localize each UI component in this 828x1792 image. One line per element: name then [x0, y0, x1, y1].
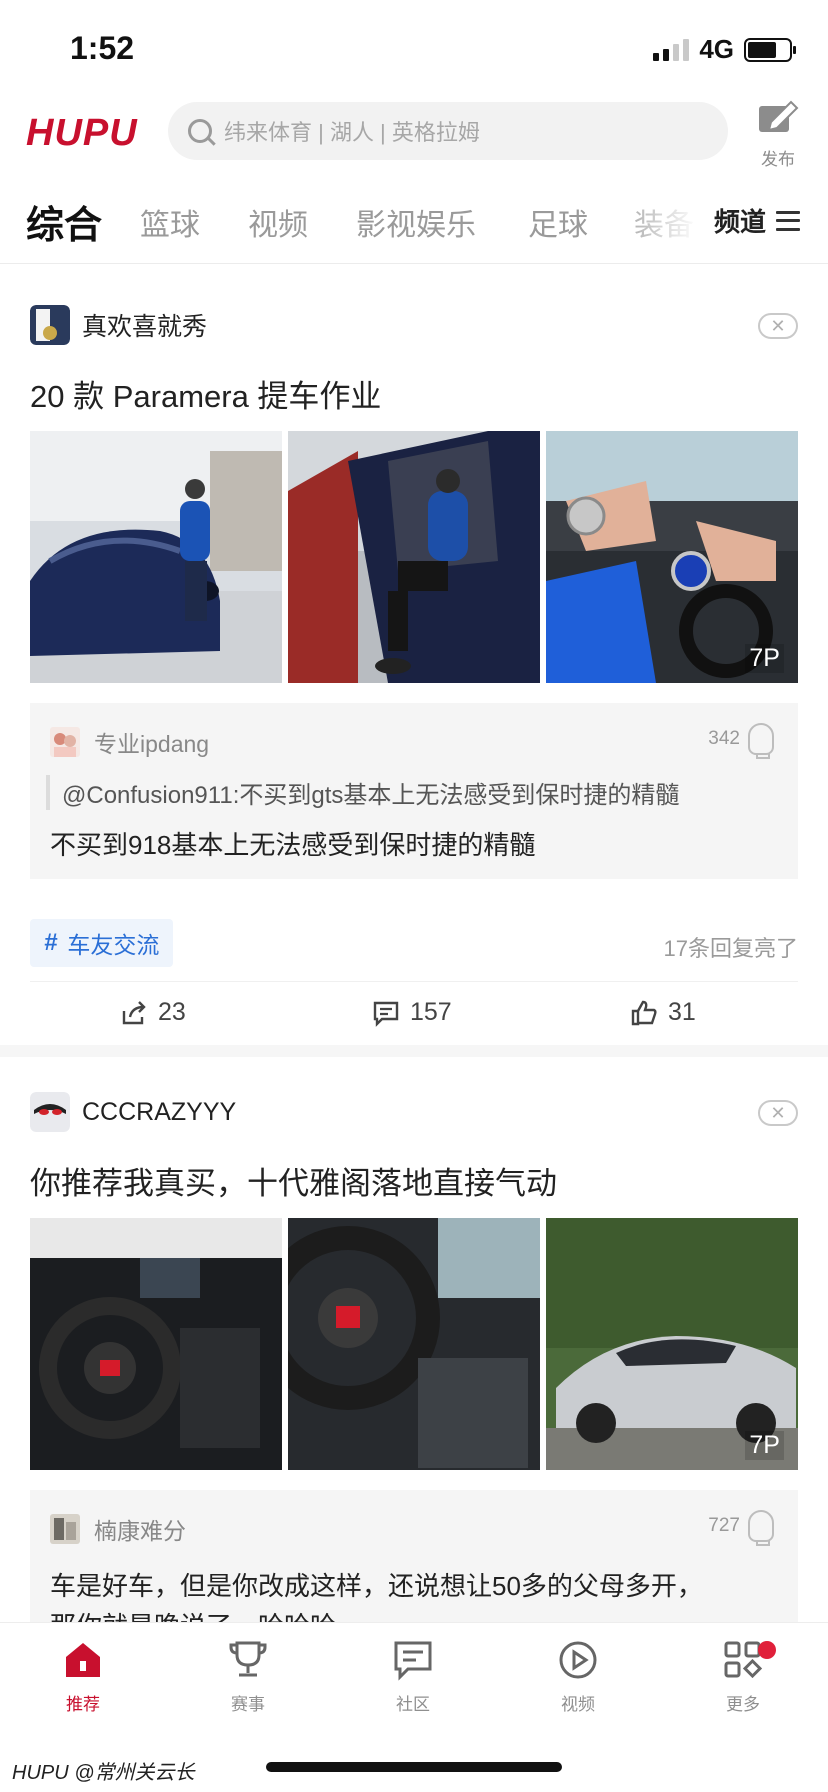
- card-header: 真欢喜就秀: [30, 305, 207, 345]
- home-indicator[interactable]: [266, 1762, 562, 1772]
- comment-likes[interactable]: 342: [708, 723, 774, 759]
- nav-events[interactable]: 赛事: [203, 1639, 293, 1715]
- nav-label: 社区: [396, 1695, 430, 1714]
- reply-count[interactable]: 17条回复亮了: [664, 931, 798, 963]
- home-icon: [66, 1643, 100, 1677]
- comment-username[interactable]: 楠康难分: [94, 1512, 186, 1546]
- dismiss-button[interactable]: ✕: [758, 313, 798, 339]
- avatar[interactable]: [30, 1092, 70, 1132]
- feed-card[interactable]: 真欢喜就秀 ✕ 20 款 Paramera 提车作业 7P 专业ipdang 3…: [0, 305, 828, 1045]
- post-title[interactable]: 你推荐我真买，十代雅阁落地直接气动: [30, 1158, 557, 1203]
- notification-dot: [758, 1641, 776, 1659]
- comment-text-line2: 那你就是晚说了，哈哈哈: [50, 1606, 336, 1622]
- nav-label: 更多: [726, 1695, 760, 1714]
- status-indicators: 4G: [653, 34, 796, 65]
- tab-fade: [610, 188, 720, 258]
- apps-icon: [724, 1641, 763, 1679]
- comment-user: 楠康难分: [50, 1512, 186, 1546]
- nav-label: 推荐: [66, 1695, 100, 1714]
- top-comment[interactable]: 楠康难分 727 车是好车，但是你改成这样，还说想让50多的父母多开， 那你就是…: [30, 1490, 798, 1622]
- card-header: CCCRAZYYY: [30, 1092, 236, 1132]
- comment-likes[interactable]: 727: [708, 1510, 774, 1546]
- publish-button[interactable]: 发布: [750, 100, 806, 170]
- status-time: 1:52: [70, 30, 135, 66]
- author-name[interactable]: 真欢喜就秀: [82, 307, 207, 343]
- post-image[interactable]: 7P: [546, 1218, 798, 1470]
- avatar[interactable]: [50, 1514, 80, 1544]
- share-count: 23: [158, 998, 186, 1026]
- comment-like-count: 342: [708, 728, 740, 749]
- action-bar: 23 157 31: [30, 981, 798, 1047]
- tab-football[interactable]: 足球: [528, 200, 588, 244]
- top-comment[interactable]: 专业ipdang 342 @Confusion911:不买到gts基本上无法感受…: [30, 703, 798, 879]
- publish-label: 发布: [761, 150, 795, 169]
- play-icon: [559, 1641, 597, 1679]
- image-count: 7P: [745, 1431, 784, 1460]
- card-divider: [0, 1045, 828, 1057]
- thumbs-up-icon: [631, 1000, 657, 1025]
- lightbulb-icon: [748, 723, 774, 759]
- post-image[interactable]: [30, 431, 282, 683]
- avatar[interactable]: [30, 305, 70, 345]
- tab-video[interactable]: 视频: [248, 200, 308, 244]
- channel-label: 频道: [713, 207, 766, 237]
- lightbulb-icon: [748, 1510, 774, 1546]
- post-image[interactable]: [288, 1218, 540, 1470]
- feed-card[interactable]: CCCRAZYYY ✕ 你推荐我真买，十代雅阁落地直接气动 7P 楠康难分 72…: [0, 1092, 828, 1622]
- tab-comprehensive[interactable]: 综合: [26, 194, 102, 249]
- avatar[interactable]: [50, 727, 80, 757]
- bottom-nav: 推荐 赛事 社区 视频 更多: [0, 1622, 828, 1722]
- category-tabs: 综合 篮球 视频 影视娱乐 足球 装备 频道: [0, 188, 828, 264]
- post-title[interactable]: 20 款 Paramera 提车作业: [30, 371, 381, 416]
- share-button[interactable]: 23: [120, 998, 186, 1027]
- status-bar: 1:52 4G: [0, 0, 828, 100]
- tab-basketball[interactable]: 篮球: [140, 200, 200, 244]
- post-image[interactable]: 7P: [546, 431, 798, 683]
- tab-entertainment[interactable]: 影视娱乐: [356, 200, 476, 244]
- nav-label: 视频: [561, 1695, 595, 1714]
- comment-icon: [373, 1001, 399, 1027]
- nav-label: 赛事: [231, 1695, 265, 1714]
- comment-user: 专业ipdang: [50, 725, 209, 759]
- nav-video[interactable]: 视频: [533, 1639, 623, 1715]
- comment-text: 车是好车，但是你改成这样，还说想让50多的父母多开，: [50, 1571, 703, 1601]
- dismiss-button[interactable]: ✕: [758, 1100, 798, 1126]
- image-grid: 7P: [30, 431, 798, 683]
- topic-icon: #: [44, 929, 58, 956]
- search-bar[interactable]: 纬来体育 | 湖人 | 英格拉姆: [168, 102, 728, 160]
- nav-community[interactable]: 社区: [368, 1639, 458, 1715]
- hupu-logo[interactable]: HUPU: [26, 112, 138, 155]
- comment-username[interactable]: 专业ipdang: [94, 725, 209, 759]
- watermark: HUPU @常州关云长: [12, 1762, 195, 1784]
- battery-icon: [744, 37, 796, 62]
- search-placeholder: 纬来体育 | 湖人 | 英格拉姆: [224, 120, 480, 145]
- quoted-comment: @Confusion911:不买到gts基本上无法感受到保时捷的精髓: [46, 775, 679, 810]
- image-grid: 7P: [30, 1218, 798, 1470]
- share-icon: [122, 1000, 146, 1024]
- top-header: HUPU 纬来体育 | 湖人 | 英格拉姆 发布: [0, 100, 828, 182]
- channel-button[interactable]: 频道: [705, 202, 800, 239]
- search-icon: [188, 119, 212, 143]
- edit-icon: [759, 100, 799, 132]
- comment-text: 不买到918基本上无法感受到保时捷的精髓: [50, 830, 536, 860]
- network-type: 4G: [699, 34, 734, 64]
- like-count: 31: [668, 998, 696, 1026]
- comment-like-count: 727: [708, 1515, 740, 1536]
- chat-icon: [394, 1641, 432, 1681]
- topic-label: 车友交流: [67, 932, 160, 958]
- nav-more[interactable]: 更多: [698, 1639, 788, 1715]
- post-image[interactable]: [288, 431, 540, 683]
- comment-count: 157: [410, 998, 452, 1026]
- comment-button[interactable]: 157: [372, 998, 452, 1027]
- topic-tag[interactable]: # 车友交流: [30, 919, 174, 967]
- menu-icon: [776, 210, 800, 231]
- signal-icon: [653, 38, 690, 61]
- like-button[interactable]: 31: [630, 998, 696, 1027]
- trophy-icon: [229, 1641, 267, 1677]
- nav-recommend[interactable]: 推荐: [38, 1639, 128, 1715]
- image-count: 7P: [745, 644, 784, 673]
- post-image[interactable]: [30, 1218, 282, 1470]
- author-name[interactable]: CCCRAZYYY: [82, 1098, 236, 1127]
